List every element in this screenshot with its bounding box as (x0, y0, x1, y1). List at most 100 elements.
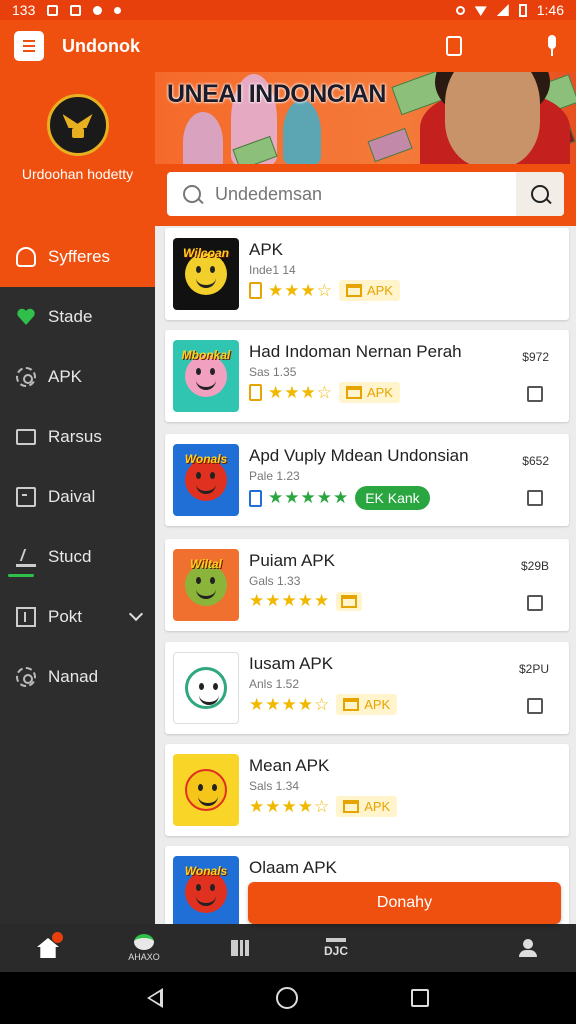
rating-stars: ★★★★☆ (249, 694, 331, 714)
search-input[interactable] (215, 183, 516, 205)
app-title: Apd Vuply Mdean Undonsian (249, 446, 469, 465)
status-bar: 133 1:46 (0, 0, 576, 20)
building-icon (343, 698, 360, 711)
gear-icon (16, 367, 36, 387)
sidebar-item-label: Nanad (48, 667, 99, 686)
list-item[interactable]: Mbonkal Had Indoman Nernan Perah Sas 1.3… (165, 330, 569, 422)
sidebar-item-label: Stucd (48, 547, 92, 566)
back-button[interactable] (146, 988, 163, 1008)
thumb-word: Wiltal (190, 557, 222, 571)
apk-badge: APK (336, 694, 398, 715)
banner-face (445, 72, 540, 164)
rating-stars: ★★★★★ (249, 591, 331, 610)
battery-icon (518, 3, 527, 17)
recents-button[interactable] (411, 989, 430, 1007)
app-price: $972 (522, 350, 549, 364)
active-indicator (8, 574, 34, 577)
alarm-icon (455, 5, 465, 15)
list-item[interactable]: Wiltal Puiam APK Gals 1.33 ★★★★★ $29B (165, 539, 569, 631)
promo-banner[interactable]: UNEAI INDONCIAN (155, 72, 576, 164)
status-time: 1:46 (536, 2, 564, 18)
person-icon (519, 939, 537, 957)
app-thumbnail: Wiltal (173, 549, 239, 621)
bottom-nav: AHAXO DJC (0, 924, 576, 972)
select-checkbox[interactable] (527, 595, 543, 611)
app-list[interactable]: Wilcoan APK Inde1 14 ★★★☆ APK Mbonkal Ha… (155, 226, 576, 924)
thumb-word: Mbonkal (181, 348, 231, 362)
smiley-icon (185, 769, 227, 811)
app-title: Olaam APK (249, 858, 337, 877)
sidebar-item-daival[interactable]: Daival (0, 467, 155, 527)
badge-label: APK (366, 283, 393, 298)
app-thumbnail: Wonals (173, 444, 239, 516)
tablet-icon[interactable] (446, 36, 462, 56)
sidebar-item-stade[interactable]: Stade (0, 287, 155, 347)
app-price: $652 (522, 454, 549, 468)
select-checkbox[interactable] (527, 698, 543, 714)
nav-books[interactable] (192, 924, 288, 972)
list-item[interactable]: Wonals Apd Vuply Mdean Undonsian Pale 1.… (165, 434, 569, 526)
app-thumbnail (173, 652, 239, 724)
app-thumbnail: Wilcoan (173, 238, 239, 310)
sidebar-item-label: Rarsus (48, 427, 102, 446)
donate-button[interactable]: Donahy (248, 882, 561, 924)
sidebar-header: Urdoohan hodetty (0, 72, 155, 227)
app-title: Had Indoman Nernan Perah (249, 342, 462, 361)
rating-stars: ★★★★☆ (249, 796, 331, 816)
thumb-word: Wilcoan (183, 246, 229, 260)
list-item[interactable]: Iusam APK Anls 1.52 ★★★★☆ APK $2PU (165, 642, 569, 734)
search-bar (167, 172, 564, 216)
select-checkbox[interactable] (527, 490, 543, 506)
rating-stars: ★★★★★ (268, 488, 350, 507)
select-checkbox[interactable] (527, 386, 543, 402)
sidebar-item-pokt[interactable]: Pokt (0, 587, 155, 647)
sidebar-item-syfferes[interactable]: Syfferes (0, 227, 155, 287)
banner-title: UNEAI INDONCIAN (167, 80, 386, 108)
chevron-down-icon[interactable] (128, 606, 144, 622)
garuda-icon (61, 110, 95, 140)
app-title: Puiam APK (249, 551, 335, 570)
app-title: Undonok (62, 35, 140, 56)
home-button[interactable] (275, 987, 298, 1009)
books-icon (231, 940, 249, 956)
system-nav-bar (0, 972, 576, 1024)
sidebar-org-name: Urdoohan hodetty (21, 166, 134, 182)
sidebar-item-label: Pokt (48, 607, 83, 626)
nav-profile[interactable] (480, 924, 576, 972)
search-area (155, 164, 576, 226)
pocket-icon (16, 607, 36, 627)
list-item[interactable]: Mean APK Sals 1.34 ★★★★☆ APK (165, 744, 569, 836)
sidebar-item-nanad[interactable]: Nanad (0, 647, 155, 707)
stud-icon (16, 547, 36, 567)
rating-stars: ★★★☆ (268, 382, 333, 402)
tag-icon (249, 384, 262, 401)
document-icon (16, 487, 36, 507)
badge-label: APK (364, 799, 391, 814)
menu-button[interactable] (14, 31, 44, 61)
banner-person-1 (183, 112, 223, 164)
signal-icon (496, 4, 509, 16)
sidebar-item-rarsus[interactable]: Rarsus (0, 407, 155, 467)
sidebar-item-label: Daival (48, 487, 96, 506)
sidebar-item-apk[interactable]: APK (0, 347, 155, 407)
app-version: Pale 1.23 (249, 469, 300, 483)
building-icon (343, 800, 360, 813)
app-version: Inde1 14 (249, 263, 296, 277)
nav-home[interactable] (0, 924, 96, 972)
app-version: Sals 1.34 (249, 779, 300, 793)
list-item[interactable]: Wilcoan APK Inde1 14 ★★★☆ APK (165, 228, 569, 320)
search-icon (183, 185, 201, 203)
app-bar: Undonok (0, 20, 576, 72)
nav-leaf[interactable]: AHAXO (96, 924, 192, 972)
search-button[interactable] (516, 172, 564, 216)
leaf-icon (134, 934, 154, 950)
status-left-text: 133 (12, 2, 36, 18)
status-badge: EK Kank (355, 486, 430, 510)
app-meta: ★★★☆ APK (249, 280, 400, 301)
badge-label: APK (366, 385, 393, 400)
nav-dtc[interactable]: DJC (288, 924, 384, 972)
notification-badge (52, 932, 63, 943)
mic-icon[interactable] (542, 34, 562, 58)
sidebar-item-stucd[interactable]: Stucd (0, 527, 155, 587)
app-meta: ★★★★★ (249, 591, 363, 611)
